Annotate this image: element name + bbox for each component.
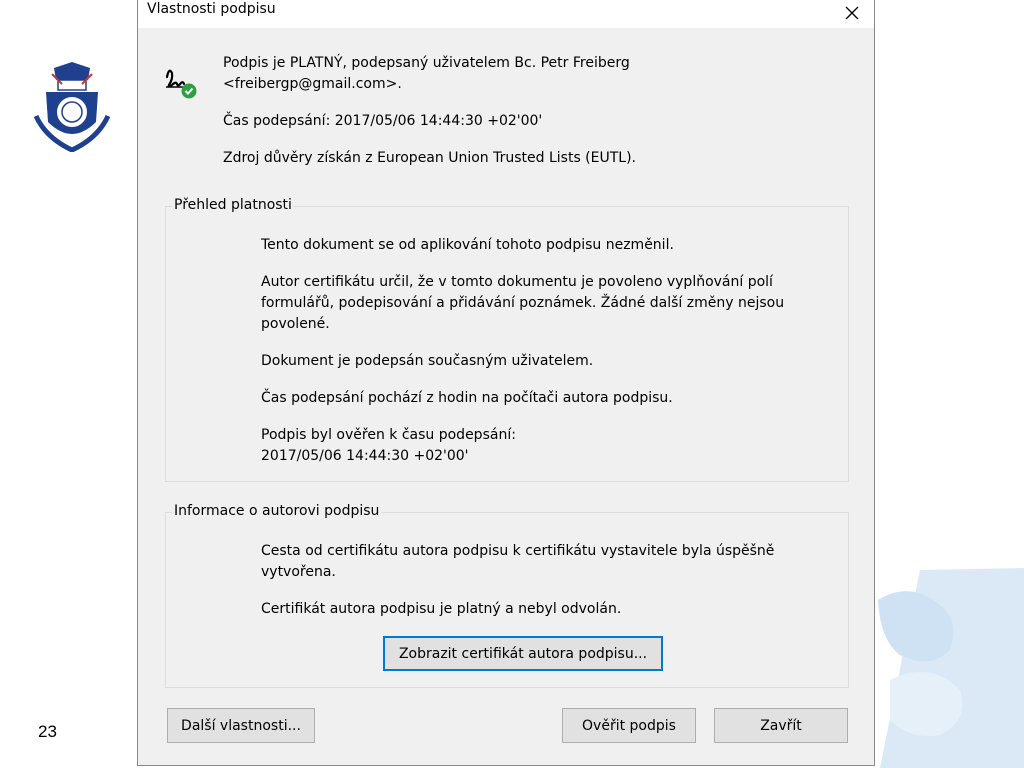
validity-clock-source-text: Čas podepsání pochází z hodin na počítač…: [261, 390, 673, 406]
signer-info-group: Informace o autorovi podpisu Cesta od ce…: [165, 502, 849, 688]
validity-current-user-text: Dokument je podepsán současným uživatele…: [261, 353, 594, 369]
signature-properties-dialog: Vlastnosti podpisu Podpis je PLATNÝ, pod…: [137, 0, 875, 766]
validity-permissions-line1: Autor certifikátu určil, že v tomto doku…: [261, 274, 773, 290]
university-crest-logo: [33, 62, 111, 152]
signature-valid-icon: [165, 69, 197, 99]
signer-cert-valid-text: Certifikát autora podpisu je platný a ne…: [261, 601, 622, 617]
more-properties-button[interactable]: Další vlastnosti...: [167, 708, 315, 743]
signer-info-label: Informace o autorovi podpisu: [172, 502, 382, 520]
trust-source-text: Zdroj důvěry získán z European Union Tru…: [223, 150, 636, 166]
validity-permissions-line3: povolené.: [261, 316, 330, 332]
close-window-button[interactable]: [830, 0, 874, 27]
signature-status-text: Podpis je PLATNÝ, podepsaný uživatelem B…: [223, 55, 630, 71]
background-hands-graphic: [878, 568, 1024, 768]
signer-email-text: <freibergp@gmail.com>.: [223, 76, 402, 92]
validity-verified-at-text: Podpis byl ověřen k času podepsání:: [261, 427, 516, 443]
signing-time-text: Čas podepsání: 2017/05/06 14:44:30 +02'0…: [223, 113, 543, 129]
validity-permissions-line2: formulářů, podepisování a přidávání pozn…: [261, 295, 785, 311]
dialog-titlebar: Vlastnosti podpisu: [138, 0, 874, 28]
close-icon: [845, 6, 859, 20]
verify-signature-button[interactable]: Ověřit podpis: [562, 708, 696, 743]
validity-summary-label: Přehled platnosti: [172, 196, 294, 214]
signer-chain-line1: Cesta od certifikátu autora podpisu k ce…: [261, 543, 775, 559]
validity-verified-time-text: 2017/05/06 14:44:30 +02'00': [261, 448, 469, 464]
validity-unchanged-text: Tento dokument se od aplikování tohoto p…: [261, 237, 674, 253]
show-signer-certificate-button[interactable]: Zobrazit certifikát autora podpisu...: [383, 636, 663, 671]
signer-chain-line2: vytvořena.: [261, 564, 336, 580]
slide-page-number: 23: [38, 722, 57, 741]
close-button[interactable]: Zavřít: [714, 708, 848, 743]
validity-summary-group: Přehled platnosti Tento dokument se od a…: [165, 196, 849, 482]
dialog-title: Vlastnosti podpisu: [147, 1, 276, 17]
